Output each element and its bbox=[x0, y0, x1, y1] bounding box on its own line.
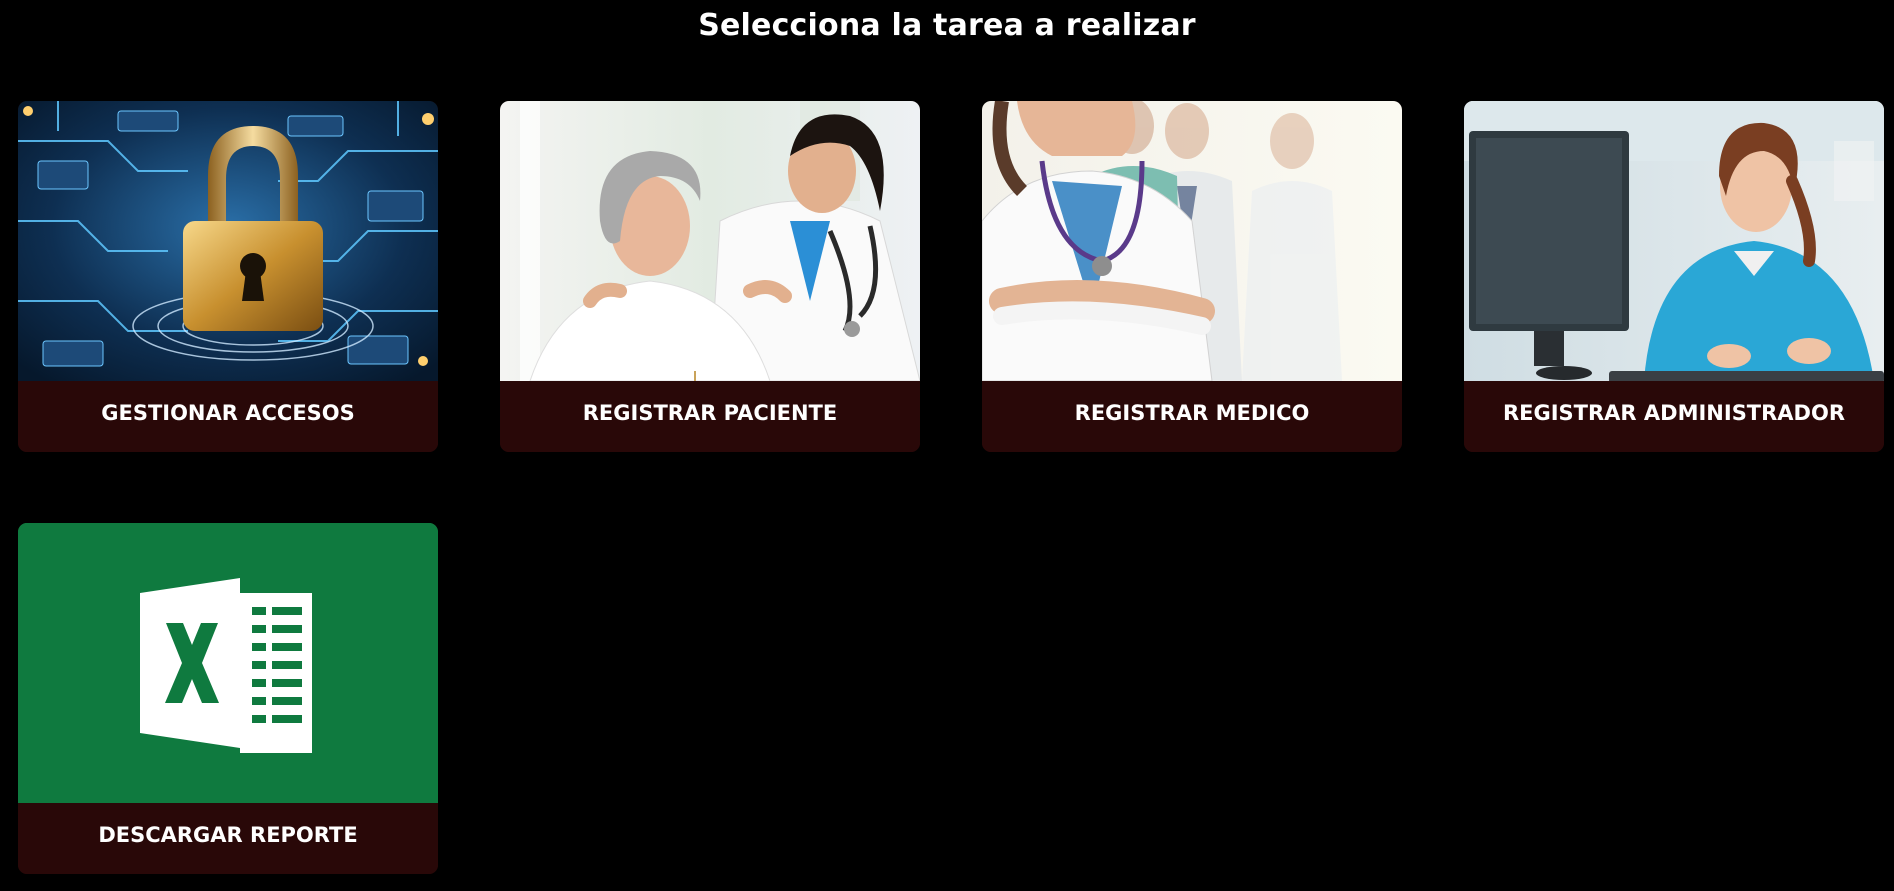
card-label: REGISTRAR PACIENTE bbox=[500, 381, 920, 452]
card-gestionar-accesos[interactable]: GESTIONAR ACCESOS bbox=[18, 101, 438, 452]
card-label: GESTIONAR ACCESOS bbox=[18, 381, 438, 452]
card-label: REGISTRAR MEDICO bbox=[982, 381, 1402, 452]
card-registrar-administrador[interactable]: REGISTRAR ADMINISTRADOR bbox=[1464, 101, 1884, 452]
excel-icon bbox=[18, 523, 438, 803]
administrator-computer-image bbox=[1464, 101, 1884, 381]
nurse-patient-image bbox=[500, 101, 920, 381]
card-label: REGISTRAR ADMINISTRADOR bbox=[1464, 381, 1884, 452]
card-registrar-paciente[interactable]: REGISTRAR PACIENTE bbox=[500, 101, 920, 452]
card-descargar-reporte[interactable]: DESCARGAR REPORTE bbox=[18, 523, 438, 874]
card-label: DESCARGAR REPORTE bbox=[18, 803, 438, 874]
page-title: Selecciona la tarea a realizar bbox=[698, 8, 1196, 43]
padlock-circuit-image bbox=[18, 101, 438, 381]
card-registrar-medico[interactable]: REGISTRAR MEDICO bbox=[982, 101, 1402, 452]
doctors-team-image bbox=[982, 101, 1402, 381]
